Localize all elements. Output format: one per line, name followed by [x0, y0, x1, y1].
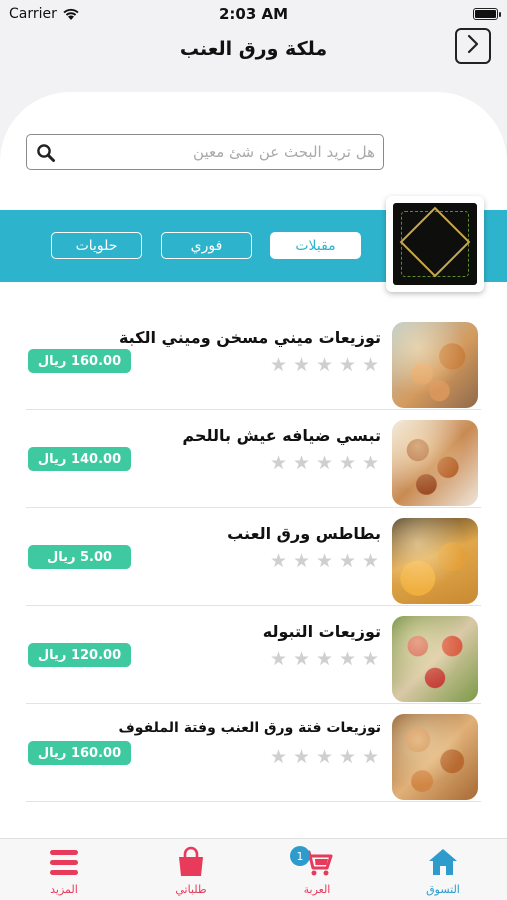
product-name: توزيعات التبوله [262, 622, 381, 641]
tab-orders[interactable]: طلباتي [146, 839, 236, 900]
star-icon: ★ [316, 550, 334, 572]
price-badge[interactable]: 160.00 ريال [28, 349, 131, 373]
tab-cart[interactable]: 1 العربة [272, 839, 362, 900]
category-instant-button[interactable]: فوري [161, 232, 252, 259]
star-icon: ★ [339, 746, 357, 768]
tab-cart-label: العربة [303, 883, 331, 896]
product-name: توزيعات ميني مسخن وميني الكبة [118, 328, 381, 347]
star-icon: ★ [293, 354, 311, 376]
product-image [392, 518, 478, 604]
category-appetizers-button[interactable]: مقبلات [270, 232, 361, 259]
product-image [392, 420, 478, 506]
tab-more-label: المزيد [50, 883, 78, 896]
star-icon: ★ [293, 550, 311, 572]
star-icon: ★ [362, 746, 380, 768]
rating-stars: ★ ★ ★ ★ ★ [270, 552, 381, 571]
star-icon: ★ [362, 452, 380, 474]
star-icon: ★ [362, 648, 380, 670]
menu-icon [48, 846, 80, 878]
star-icon: ★ [270, 354, 288, 376]
store-logo [386, 196, 484, 292]
star-icon: ★ [339, 354, 357, 376]
search-field[interactable] [26, 134, 384, 170]
star-icon: ★ [362, 550, 380, 572]
page-title: ملكة ورق العنب [179, 38, 328, 60]
search-input[interactable] [65, 135, 375, 169]
search-icon [36, 143, 56, 167]
tab-shop[interactable]: التسوق [398, 839, 488, 900]
star-icon: ★ [270, 746, 288, 768]
clock-time: 2:03 AM [218, 5, 289, 23]
cart-count-badge: 1 [290, 846, 310, 866]
content-panel: مقبلات فوري حلويات توزيعات ميني مسخن ومي… [0, 92, 507, 900]
battery-icon [473, 8, 501, 20]
back-button[interactable] [455, 28, 491, 64]
tab-shop-label: التسوق [426, 883, 460, 896]
product-name: توزيعات فتة ورق العنب وفتة الملفوف [118, 720, 381, 736]
store-logo-image [393, 203, 477, 285]
star-icon: ★ [339, 550, 357, 572]
bottom-tab-bar: التسوق 1 العربة طلباتي المزيد [0, 838, 507, 900]
product-name: تبسي ضيافه عيش باللحم [182, 426, 381, 445]
product-image [392, 616, 478, 702]
product-list: توزيعات ميني مسخن وميني الكبة ★ ★ ★ ★ ★ 160.… [0, 312, 507, 802]
price-badge[interactable]: 160.00 ريال [28, 741, 131, 765]
chevron-right-icon [466, 34, 480, 58]
rating-stars: ★ ★ ★ ★ ★ [270, 454, 381, 473]
star-icon: ★ [316, 354, 334, 376]
star-icon: ★ [293, 648, 311, 670]
price-badge[interactable]: 140.00 ريال [28, 447, 131, 471]
star-icon: ★ [293, 746, 311, 768]
tab-more[interactable]: المزيد [19, 839, 109, 900]
category-sweets-button[interactable]: حلويات [51, 232, 142, 259]
product-row[interactable]: تبسي ضيافه عيش باللحم ★ ★ ★ ★ ★ 140.00 ريال [26, 410, 481, 508]
star-icon: ★ [316, 452, 334, 474]
star-icon: ★ [270, 648, 288, 670]
status-bar: Carrier 2:03 AM [0, 0, 507, 30]
star-icon: ★ [316, 746, 334, 768]
star-icon: ★ [316, 648, 334, 670]
product-row[interactable]: بطاطس ورق العنب ★ ★ ★ ★ ★ 5.00 ريال [26, 508, 481, 606]
star-icon: ★ [270, 452, 288, 474]
product-row[interactable]: توزيعات فتة ورق العنب وفتة الملفوف ★ ★ ★ ★ ★… [26, 704, 481, 802]
rating-stars: ★ ★ ★ ★ ★ [270, 748, 381, 767]
star-icon: ★ [339, 648, 357, 670]
product-row[interactable]: توزيعات التبوله ★ ★ ★ ★ ★ 120.00 ريال [26, 606, 481, 704]
star-icon: ★ [362, 354, 380, 376]
price-badge[interactable]: 120.00 ريال [28, 643, 131, 667]
home-icon [427, 846, 459, 878]
product-image [392, 714, 478, 800]
shopping-bag-icon [175, 846, 207, 878]
star-icon: ★ [339, 452, 357, 474]
product-name: بطاطس ورق العنب [227, 524, 381, 543]
product-image [392, 322, 478, 408]
star-icon: ★ [293, 452, 311, 474]
rating-stars: ★ ★ ★ ★ ★ [270, 356, 381, 375]
price-badge[interactable]: 5.00 ريال [28, 545, 131, 569]
tab-orders-label: طلباتي [175, 883, 207, 896]
rating-stars: ★ ★ ★ ★ ★ [270, 650, 381, 669]
product-row[interactable]: توزيعات ميني مسخن وميني الكبة ★ ★ ★ ★ ★ 160.… [26, 312, 481, 410]
star-icon: ★ [270, 550, 288, 572]
